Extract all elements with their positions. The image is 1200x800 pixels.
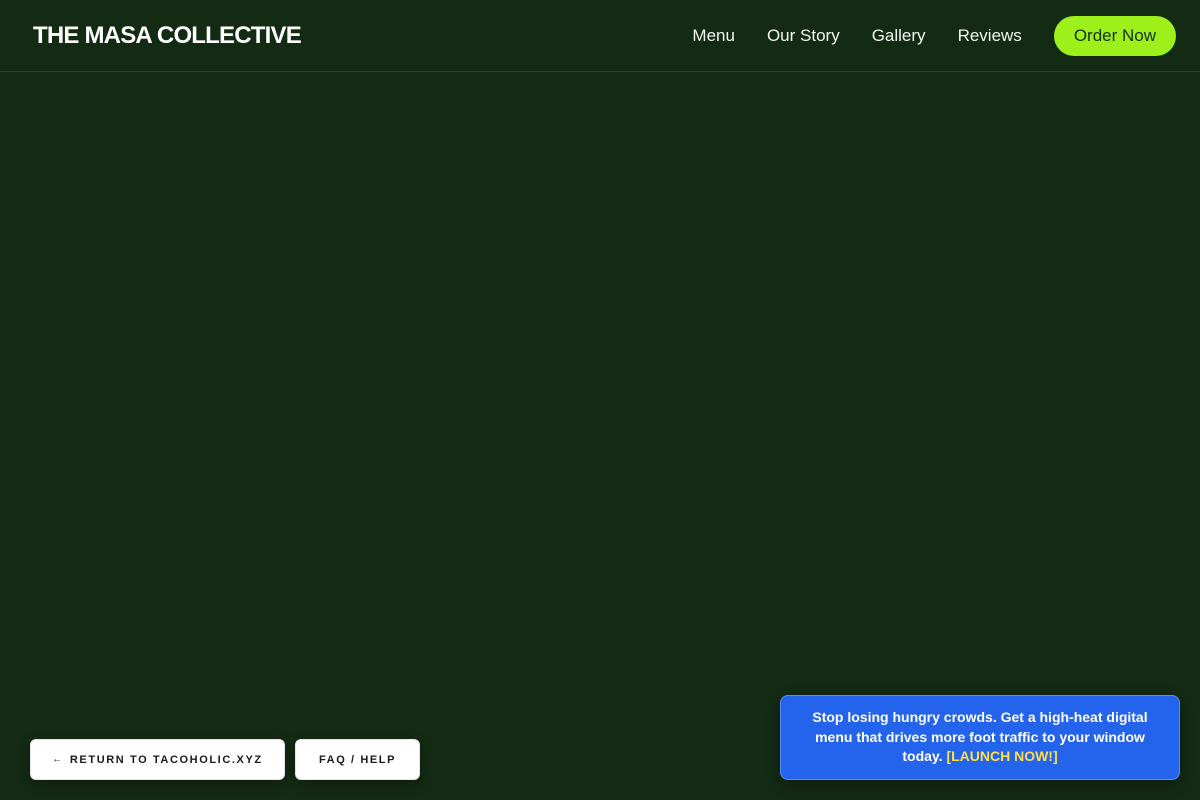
return-button-label: RETURN TO TACOHOLIC.XYZ — [69, 753, 263, 766]
promo-banner: Stop losing hungry crowds. Get a high-he… — [780, 695, 1180, 780]
faq-help-button[interactable]: FAQ / HELP — [295, 739, 420, 780]
page: THE MASA COLLECTIVE Menu Our Story Galle… — [0, 0, 1200, 800]
nav-link-reviews[interactable]: Reviews — [958, 16, 1022, 56]
brand-logo[interactable]: THE MASA COLLECTIVE — [33, 0, 302, 72]
launch-now-link[interactable]: [LAUNCH NOW!] — [946, 748, 1057, 764]
main-nav: Menu Our Story Gallery Reviews Order Now — [692, 16, 1176, 56]
bottom-button-group: ← RETURN TO TACOHOLIC.XYZ FAQ / HELP — [30, 739, 420, 780]
order-now-button[interactable]: Order Now — [1053, 16, 1176, 56]
arrow-left-icon: ← — [52, 754, 64, 765]
nav-link-gallery[interactable]: Gallery — [872, 16, 926, 56]
site-header: THE MASA COLLECTIVE Menu Our Story Galle… — [0, 0, 1200, 72]
nav-link-our-story[interactable]: Our Story — [767, 16, 840, 56]
return-to-site-button[interactable]: ← RETURN TO TACOHOLIC.XYZ — [30, 739, 285, 780]
nav-link-menu[interactable]: Menu — [692, 16, 735, 56]
